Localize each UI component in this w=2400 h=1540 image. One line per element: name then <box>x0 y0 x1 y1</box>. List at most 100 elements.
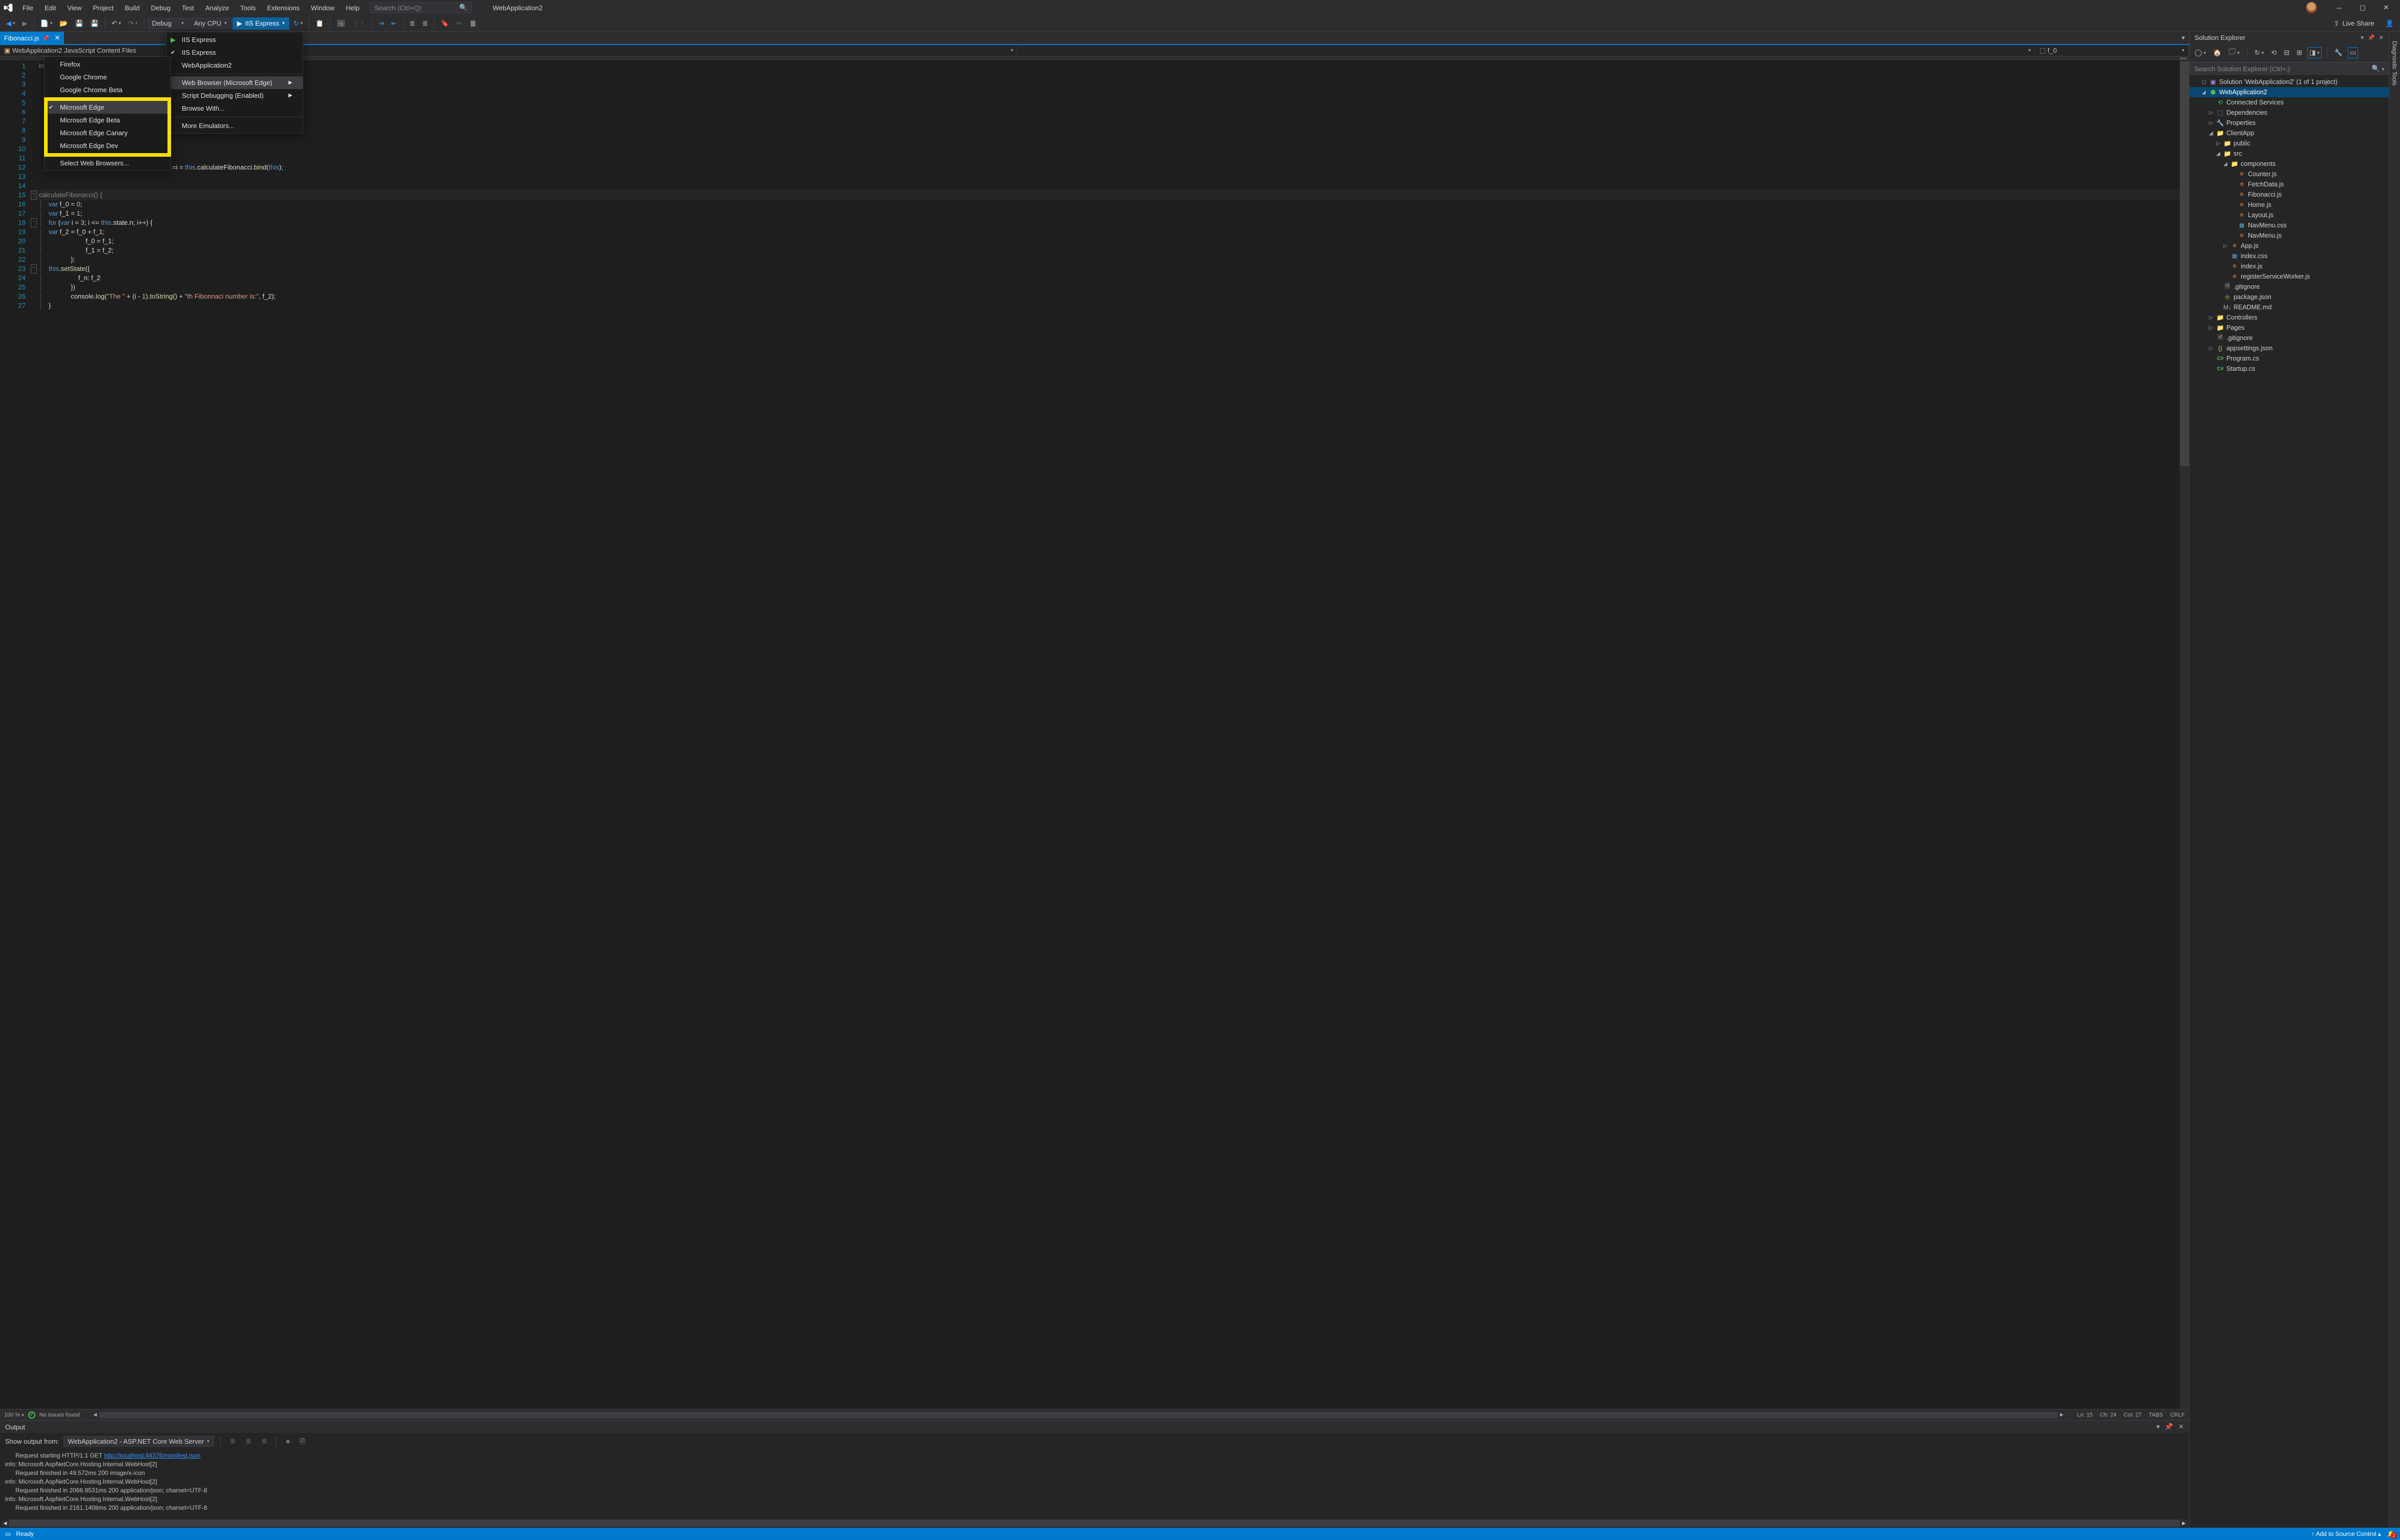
tb-icon-6[interactable]: ≣ <box>407 17 418 30</box>
tree-item[interactable]: ⟲Connected Services <box>2190 97 2389 108</box>
menu-help[interactable]: Help <box>341 2 365 14</box>
new-project-button[interactable]: 📄▾ <box>37 17 56 30</box>
tb-icon-2[interactable]: 🖼 <box>333 17 348 30</box>
menu-item[interactable]: Browse With... <box>166 102 303 115</box>
scope-combo[interactable]: ▣ WebApplication2 JavaScript Content Fil… <box>0 46 1018 56</box>
tb-icon-7[interactable]: ≣ <box>419 17 431 30</box>
solexp-properties[interactable]: 🔧 <box>2332 47 2345 58</box>
close-icon[interactable]: ✕ <box>54 34 60 42</box>
search-box[interactable]: Search (Ctrl+Q) 🔍 <box>370 2 472 13</box>
redo-button[interactable]: ↷▾ <box>125 17 140 30</box>
nav-forward-button[interactable]: ▶ <box>19 17 31 30</box>
tb-icon-3[interactable]: ⋮⋮ <box>349 17 369 30</box>
tb-icon-1[interactable]: 📋 <box>312 17 327 30</box>
menu-item[interactable]: Microsoft Edge Canary <box>45 126 171 139</box>
tb-icon-8[interactable]: 🔖 <box>437 17 452 30</box>
tree-item[interactable]: 🗎.gitignore <box>2190 282 2389 292</box>
menu-extensions[interactable]: Extensions <box>262 2 305 14</box>
add-to-source-button[interactable]: ↑ Add to Source Control ▴ <box>2311 1530 2381 1537</box>
scroll-left-icon[interactable]: ◀ <box>91 1412 99 1418</box>
tab-fibonacci[interactable]: Fibonacci.js 📌 ✕ <box>0 32 64 44</box>
minimize-button[interactable]: ─ <box>2327 0 2351 15</box>
menu-item[interactable]: More Emulators... <box>166 119 303 132</box>
solexp-home[interactable]: 🏠 <box>2211 47 2223 58</box>
tree-item[interactable]: ⎆package.json <box>2190 292 2389 302</box>
output-tb-2[interactable]: ≣ <box>243 1435 255 1447</box>
menu-edit[interactable]: Edit <box>39 2 61 14</box>
menu-analyze[interactable]: Analyze <box>200 2 234 14</box>
output-tb-5[interactable]: ⎘ <box>297 1435 308 1447</box>
tb-icon-10[interactable]: 📋 <box>466 17 480 30</box>
nav-back-button[interactable]: ◀▾ <box>3 17 18 30</box>
solexp-back[interactable]: ◯▾ <box>2193 47 2208 58</box>
tb-icon-9[interactable]: ✂ <box>453 17 465 30</box>
tree-item[interactable]: ⟐FetchData.js <box>2190 179 2389 189</box>
type-combo[interactable]: ▾ <box>1018 47 2035 54</box>
close-button[interactable]: ✕ <box>2374 0 2398 15</box>
tree-item[interactable]: M↓README.md <box>2190 302 2389 312</box>
solexp-scope[interactable]: 🗔▾ <box>2226 46 2242 60</box>
tree-item[interactable]: C#Startup.cs <box>2190 364 2389 374</box>
menu-item[interactable]: Script Debugging (Enabled)▶ <box>166 89 303 102</box>
menu-window[interactable]: Window <box>306 2 340 14</box>
menu-item[interactable]: Microsoft Edge Beta <box>45 114 171 126</box>
output-source-combo[interactable]: WebApplication2 - ASP.NET Core Web Serve… <box>64 1436 214 1447</box>
solexp-dropdown-icon[interactable]: ▾ <box>2361 34 2364 41</box>
solexp-close-icon[interactable]: ✕ <box>2379 34 2384 41</box>
code-editor[interactable]: 1234567891011121314151617181920212223242… <box>0 60 2189 1409</box>
tree-item[interactable]: 🗎.gitignore <box>2190 333 2389 343</box>
output-tb-3[interactable]: ≣ <box>259 1435 270 1447</box>
solexp-showall[interactable]: ⊞ <box>2294 47 2304 58</box>
tree-item[interactable]: ⟐index.js <box>2190 261 2389 271</box>
tree-item[interactable]: ⟐NavMenu.js <box>2190 230 2389 241</box>
menu-item[interactable]: Firefox <box>45 58 171 71</box>
tree-item[interactable]: C#Program.cs <box>2190 353 2389 364</box>
menu-item[interactable]: Google Chrome Beta <box>45 83 171 96</box>
live-share-button[interactable]: ⇪ Live Share <box>2330 18 2378 29</box>
solexp-collapse[interactable]: ⊟ <box>2282 47 2291 58</box>
tree-item[interactable]: ⟐Fibonacci.js <box>2190 189 2389 200</box>
output-body[interactable]: Request starting HTTP/1.1 GET http://loc… <box>0 1449 2189 1520</box>
maximize-button[interactable]: ▢ <box>2351 0 2374 15</box>
config-combo[interactable]: Debug▾ <box>148 18 188 29</box>
tree-item[interactable]: ▷📁public <box>2190 138 2389 149</box>
tree-item[interactable]: ◢📁ClientApp <box>2190 128 2389 138</box>
menu-item[interactable]: Microsoft Edge Dev <box>45 139 171 152</box>
pin-icon[interactable]: 📌 <box>43 35 50 41</box>
tree-item[interactable]: ▷⬚Dependencies <box>2190 108 2389 118</box>
tab-overflow-button[interactable]: ▾ <box>2177 34 2189 42</box>
diagnostic-tools-tab[interactable]: Diagnostic Tools <box>2390 37 2399 90</box>
horizontal-scrollbar[interactable]: ◀ ▶ <box>91 1412 2066 1418</box>
menu-debug[interactable]: Debug <box>146 2 176 14</box>
menu-item[interactable]: ✔IIS Express <box>166 46 303 59</box>
tree-item[interactable]: ◢⬢WebApplication2 <box>2190 87 2389 97</box>
menu-view[interactable]: View <box>62 2 87 14</box>
solexp-view[interactable]: ◨▾ <box>2307 47 2322 58</box>
vertical-scrollbar[interactable] <box>2180 60 2189 1409</box>
zoom-combo[interactable]: 100 % ▾ <box>4 1412 24 1418</box>
menu-project[interactable]: Project <box>88 2 118 14</box>
solexp-sync[interactable]: ↻▾ <box>2252 47 2266 58</box>
output-close-icon[interactable]: ✕ <box>2178 1423 2184 1431</box>
feedback-button[interactable]: 👤 <box>2383 17 2397 30</box>
menu-item[interactable]: ✔Microsoft Edge <box>45 101 171 114</box>
menu-item[interactable]: Google Chrome <box>45 71 171 83</box>
split-handle[interactable] <box>0 56 2189 60</box>
user-avatar[interactable] <box>2306 2 2317 13</box>
solution-tree[interactable]: ▢▣Solution 'WebApplication2' (1 of 1 pro… <box>2190 75 2389 1528</box>
output-tb-4[interactable]: ≡ <box>283 1436 293 1447</box>
tb-icon-4[interactable]: ⇥ <box>375 17 387 30</box>
tree-item[interactable]: ⟐Home.js <box>2190 200 2389 210</box>
tree-item[interactable]: ▷{}appsettings.json <box>2190 343 2389 353</box>
member-combo[interactable]: ⬚ f_0 ▾ <box>2035 46 2189 56</box>
tree-item[interactable]: ◢📁components <box>2190 159 2389 169</box>
menu-item[interactable]: WebApplication2 <box>166 59 303 72</box>
solexp-preview[interactable]: ▭ <box>2348 47 2358 58</box>
output-tb-1[interactable]: ≣ <box>227 1435 239 1447</box>
save-all-button[interactable]: 💾 <box>88 17 102 30</box>
tree-item[interactable]: ⟐Counter.js <box>2190 169 2389 179</box>
undo-button[interactable]: ↶▾ <box>109 17 124 30</box>
open-file-button[interactable]: 📂 <box>56 17 71 30</box>
solexp-search[interactable]: Search Solution Explorer (Ctrl+;) 🔍 ▾ <box>2190 62 2389 75</box>
tree-item[interactable]: ⟐Layout.js <box>2190 210 2389 220</box>
